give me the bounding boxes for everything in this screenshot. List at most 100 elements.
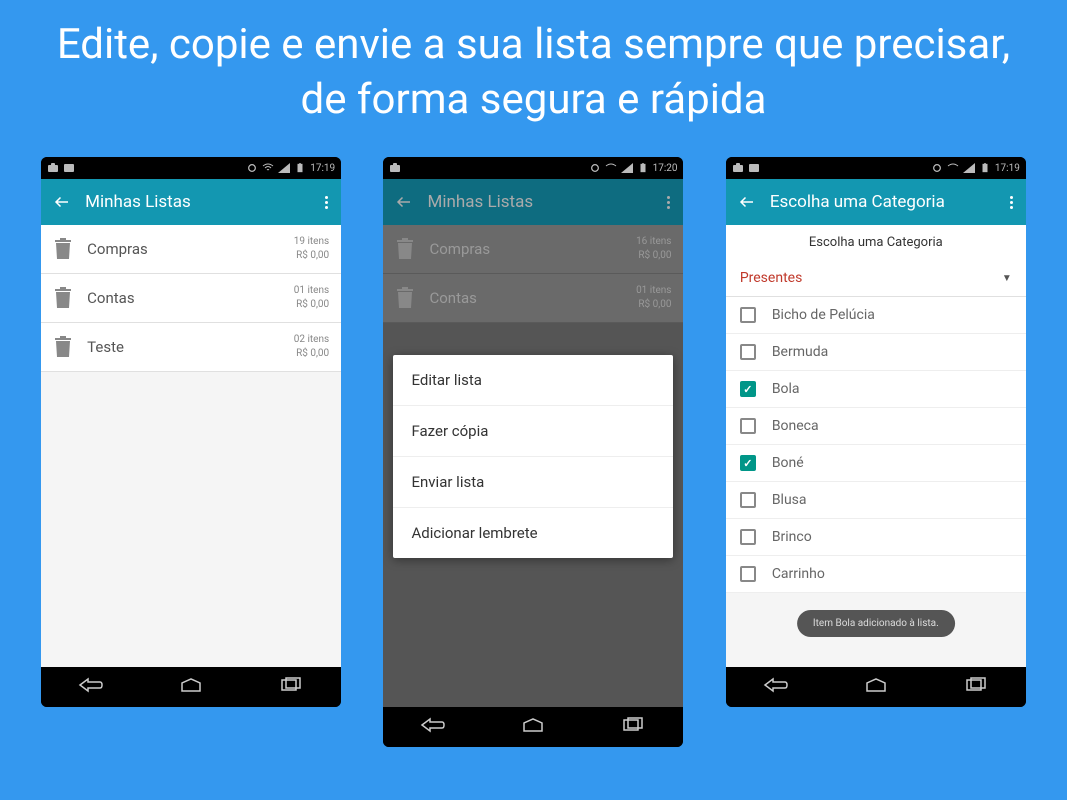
menu-item[interactable]: Enviar lista: [393, 457, 673, 508]
phones-container: 17:19 Minhas Listas Compras 19 itensR$ 0…: [0, 157, 1067, 747]
list-item-label: Teste: [87, 338, 294, 356]
list-item: Contas 01 itensR$ 0,00: [383, 274, 683, 323]
camera-icon: [389, 163, 401, 173]
headline: Edite, copie e envie a sua lista sempre …: [0, 0, 1067, 157]
battery-icon: [637, 163, 649, 173]
checkbox[interactable]: [740, 492, 756, 508]
more-icon[interactable]: [325, 196, 329, 209]
checkbox[interactable]: [740, 566, 756, 582]
category-item-label: Bicho de Pelúcia: [772, 307, 875, 323]
nav-recent-icon[interactable]: [278, 677, 304, 697]
list-item-label: Contas: [429, 289, 636, 307]
checkbox[interactable]: [740, 381, 756, 397]
signal-icon: [278, 163, 290, 173]
card-icon: [63, 163, 75, 173]
nav-home-icon[interactable]: [178, 677, 204, 697]
wifi-icon: [262, 163, 274, 173]
category-item[interactable]: Bola: [726, 371, 1026, 408]
category-item[interactable]: Boné: [726, 445, 1026, 482]
category-item[interactable]: Brinco: [726, 519, 1026, 556]
nav-home-icon[interactable]: [520, 717, 546, 737]
subheader: Escolha uma Categoria: [726, 225, 1026, 260]
alarm-icon: [589, 163, 601, 173]
status-bar: 17:20: [383, 157, 683, 179]
nav-back-icon[interactable]: [420, 717, 446, 737]
battery-icon: [979, 163, 991, 173]
status-bar: 17:19: [726, 157, 1026, 179]
alarm-icon: [931, 163, 943, 173]
checkbox[interactable]: [740, 455, 756, 471]
menu-item[interactable]: Adicionar lembrete: [393, 508, 673, 558]
category-item-label: Brinco: [772, 529, 812, 545]
app-title: Minhas Listas: [85, 192, 325, 212]
list-item: Compras 16 itensR$ 0,00: [383, 225, 683, 274]
card-icon: [748, 163, 760, 173]
category-item-label: Blusa: [772, 492, 807, 508]
category-item[interactable]: Boneca: [726, 408, 1026, 445]
back-icon[interactable]: [53, 193, 71, 211]
more-icon[interactable]: [667, 196, 671, 209]
category-item-label: Bermuda: [772, 344, 828, 360]
status-time: 17:19: [310, 163, 335, 174]
back-icon[interactable]: [738, 193, 756, 211]
list-item[interactable]: Teste 02 itensR$ 0,00: [41, 323, 341, 372]
category-item[interactable]: Carrinho: [726, 556, 1026, 593]
list-item-label: Compras: [429, 240, 636, 258]
nav-bar: [41, 667, 341, 707]
category-item[interactable]: Blusa: [726, 482, 1026, 519]
trash-icon[interactable]: [53, 335, 73, 359]
category-content: Escolha uma Categoria Presentes ▼ Bicho …: [726, 225, 1026, 667]
list-content: Compras 19 itensR$ 0,00 Contas 01 itensR…: [41, 225, 341, 667]
menu-item[interactable]: Fazer cópia: [393, 406, 673, 457]
trash-icon[interactable]: [53, 237, 73, 261]
nav-back-icon[interactable]: [78, 677, 104, 697]
category-item-label: Boneca: [772, 418, 819, 434]
list-item-meta: 19 itensR$ 0,00: [294, 235, 329, 263]
trash-icon[interactable]: [395, 237, 415, 261]
list-item-meta: 01 itensR$ 0,00: [636, 284, 671, 312]
toast: Item Bola adicionado à lista.: [797, 610, 955, 637]
category-item-label: Boné: [772, 455, 804, 471]
nav-recent-icon[interactable]: [963, 677, 989, 697]
checkbox[interactable]: [740, 418, 756, 434]
category-item[interactable]: Bicho de Pelúcia: [726, 297, 1026, 334]
list-item-label: Compras: [87, 240, 294, 258]
status-time: 17:20: [653, 163, 678, 174]
category-item-label: Carrinho: [772, 566, 825, 582]
signal-icon: [621, 163, 633, 173]
camera-icon: [47, 163, 59, 173]
list-item[interactable]: Compras 19 itensR$ 0,00: [41, 225, 341, 274]
category-dropdown[interactable]: Presentes ▼: [726, 260, 1026, 297]
nav-recent-icon[interactable]: [620, 717, 646, 737]
list-item[interactable]: Contas 01 itensR$ 0,00: [41, 274, 341, 323]
trash-icon[interactable]: [395, 286, 415, 310]
category-item[interactable]: Bermuda: [726, 334, 1026, 371]
phone-3: 17:19 Escolha uma Categoria Escolha uma …: [726, 157, 1026, 707]
menu-item[interactable]: Editar lista: [393, 355, 673, 406]
chevron-down-icon: ▼: [1002, 273, 1012, 284]
checkbox[interactable]: [740, 307, 756, 323]
more-icon[interactable]: [1010, 196, 1014, 209]
trash-icon[interactable]: [53, 286, 73, 310]
alarm-icon: [246, 163, 258, 173]
nav-home-icon[interactable]: [863, 677, 889, 697]
status-time: 17:19: [995, 163, 1020, 174]
list-item-meta: 16 itensR$ 0,00: [636, 235, 671, 263]
dropdown-label: Presentes: [740, 270, 802, 286]
app-title: Minhas Listas: [427, 192, 667, 212]
app-bar: Minhas Listas: [41, 179, 341, 225]
category-item-label: Bola: [772, 381, 800, 397]
camera-icon: [732, 163, 744, 173]
checkbox[interactable]: [740, 529, 756, 545]
list-content: Compras 16 itensR$ 0,00 Contas 01 itensR…: [383, 225, 683, 707]
app-bar: Minhas Listas: [383, 179, 683, 225]
context-menu: Editar listaFazer cópiaEnviar listaAdici…: [393, 355, 673, 558]
nav-back-icon[interactable]: [763, 677, 789, 697]
back-icon[interactable]: [395, 193, 413, 211]
nav-bar: [726, 667, 1026, 707]
wifi-icon: [947, 163, 959, 173]
checkbox[interactable]: [740, 344, 756, 360]
status-bar: 17:19: [41, 157, 341, 179]
list-item-label: Contas: [87, 289, 294, 307]
app-bar: Escolha uma Categoria: [726, 179, 1026, 225]
